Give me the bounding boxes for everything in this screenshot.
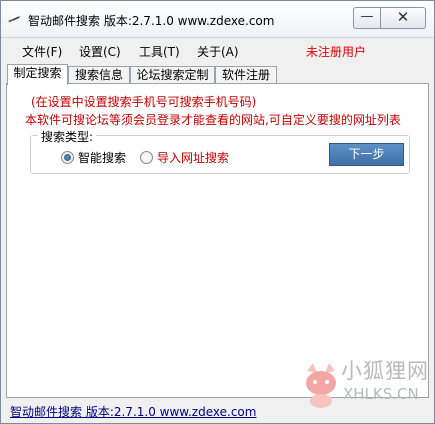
menu-settings[interactable]: 设置(C) bbox=[79, 43, 121, 60]
radio-smart-search[interactable] bbox=[61, 151, 74, 164]
menu-about[interactable]: 关于(A) bbox=[197, 43, 239, 60]
tab-registration[interactable]: 软件注册 bbox=[215, 66, 277, 84]
watermark-en: XHLKS.CN bbox=[343, 385, 419, 403]
fox-logo-icon bbox=[306, 363, 336, 408]
menu-tools[interactable]: 工具(T) bbox=[139, 43, 180, 60]
close-button[interactable]: ✕ bbox=[380, 7, 426, 29]
tab-strip: 制定搜索 搜索信息 论坛搜索定制 软件注册 bbox=[7, 64, 427, 85]
watermark: 小狐狸网 XHLKS.CN bbox=[301, 351, 431, 421]
menu-file[interactable]: 文件(F) bbox=[22, 43, 62, 60]
window-title: 智动邮件搜索 版本:2.7.1.0 www.zdexe.com bbox=[28, 14, 275, 28]
app-window: 智动邮件搜索 版本:2.7.1.0 www.zdexe.com — ✕ 文件(F… bbox=[0, 0, 435, 424]
title-bar[interactable]: 智动邮件搜索 版本:2.7.1.0 www.zdexe.com — ✕ bbox=[1, 1, 434, 38]
phone-search-hint: (在设置中设置搜索手机号可搜索手机号码) bbox=[31, 95, 257, 109]
next-button[interactable]: 下一步 bbox=[329, 143, 404, 166]
tab-search-info[interactable]: 搜索信息 bbox=[68, 66, 130, 84]
search-type-legend: 搜索类型: bbox=[38, 128, 97, 145]
smart-search-label[interactable]: 智能搜索 bbox=[78, 149, 126, 166]
watermark-cn: 小狐狸网 bbox=[341, 359, 429, 383]
app-logo-icon bbox=[8, 16, 20, 23]
import-url-search-label[interactable]: 导入网址搜索 bbox=[157, 149, 229, 166]
status-link[interactable]: 智动邮件搜索 版本:2.7.1.0 www.zdexe.com bbox=[10, 403, 256, 420]
search-type-group: 搜索类型: 智能搜索 导入网址搜索 下一步 bbox=[30, 128, 410, 174]
minimize-button[interactable]: — bbox=[353, 7, 381, 29]
forum-search-hint: 本软件可搜论坛等须会员登录才能查看的网站,可自定义要搜的网址列表 bbox=[25, 113, 401, 127]
tab-custom-search[interactable]: 制定搜索 bbox=[7, 64, 68, 85]
menu-bar: 文件(F) 设置(C) 工具(T) 关于(A) 未注册用户 bbox=[1, 39, 434, 61]
radio-import-url-search[interactable] bbox=[140, 151, 153, 164]
tab-forum-search[interactable]: 论坛搜索定制 bbox=[130, 66, 215, 84]
registration-status: 未注册用户 bbox=[306, 45, 367, 59]
